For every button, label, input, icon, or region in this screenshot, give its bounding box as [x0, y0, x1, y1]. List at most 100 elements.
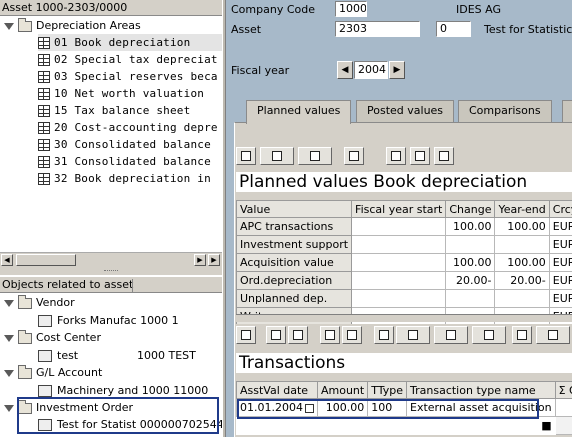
cell-fiscal-year-start: [351, 253, 447, 272]
depreciation-areas-tree[interactable]: Depreciation Areas 01 Book depreciation …: [0, 16, 222, 252]
total-ord-depreciation: 20: [554, 416, 572, 435]
cell-fiscal-year-start: [351, 235, 447, 254]
tree-node-investment-order[interactable]: Investment Order: [4, 399, 133, 416]
details-button[interactable]: [236, 147, 256, 165]
asset-label: Asset: [231, 23, 262, 36]
expand-triangle-icon[interactable]: [4, 334, 14, 342]
tree-node-gl-account[interactable]: G/L Account: [4, 364, 102, 381]
tree-item-area-32[interactable]: 32 Book depreciation in: [38, 170, 211, 187]
asset-header: Company Code 1000 IDES AG Asset 2303 0 T…: [226, 0, 572, 42]
column-header-amount[interactable]: Amount: [316, 381, 369, 399]
grid-splitter[interactable]: [236, 314, 572, 322]
layout-button-2[interactable]: [472, 326, 506, 344]
date-value: 01.01.2004: [240, 401, 303, 414]
scroll-left-icon[interactable]: ◀: [1, 254, 13, 266]
table-row[interactable]: APC transactions 100.00 100.00 EUR: [235, 217, 572, 236]
cell-asset-value-date[interactable]: 01.01.2004: [236, 398, 318, 417]
find-button[interactable]: [236, 326, 256, 344]
details-button-2[interactable]: [374, 326, 394, 344]
column-header-value[interactable]: Value: [235, 200, 353, 218]
scroll-right-icon[interactable]: ▶: [194, 254, 206, 266]
column-header-change[interactable]: Change: [445, 200, 496, 218]
print-icon: [408, 330, 418, 340]
fiscal-year-field[interactable]: 2004: [354, 61, 388, 79]
sum-button[interactable]: [320, 326, 340, 344]
related-objects-tree[interactable]: Vendor Forks Manufac 1000 1 Cost Center …: [0, 293, 222, 437]
tree-item-gl-account[interactable]: Machinery and 1000 11000: [38, 382, 208, 399]
pane-splitter[interactable]: [0, 267, 222, 275]
column-header-year-end[interactable]: Year-end: [494, 200, 550, 218]
folder-open-icon: [18, 17, 32, 32]
scroll-thumb[interactable]: [16, 254, 76, 266]
row-label: Unplanned dep.: [235, 289, 353, 308]
table-row[interactable]: 01.01.2004 100.00 100 External asset acq…: [236, 398, 572, 417]
object-label: Forks Manufac 1000 1: [57, 314, 179, 327]
expand-triangle-icon[interactable]: [4, 369, 14, 377]
column-header-ord-depreciation[interactable]: Σ Ord.: [554, 381, 572, 399]
table-row[interactable]: Investment support EUR: [235, 235, 572, 254]
objects-header-label: Objects related to asset: [2, 278, 134, 291]
area-label: 31 Consolidated balance: [54, 155, 211, 168]
tree-item-area-20[interactable]: 20 Cost-accounting depre: [38, 119, 218, 136]
company-code-label: Company Code: [231, 3, 315, 16]
table-row[interactable]: Ord.depreciation 20.00- 20.00- EUR: [235, 271, 572, 290]
tree-item-area-15[interactable]: 15 Tax balance sheet: [38, 102, 190, 119]
tree-item-area-01[interactable]: 01 Book depreciation: [38, 34, 222, 51]
company-code-field[interactable]: 1000: [335, 1, 367, 17]
objects-header: Objects related to asset: [0, 276, 222, 293]
export-button-2[interactable]: [434, 326, 468, 344]
area-label: 15 Tax balance sheet: [54, 104, 191, 117]
previous-year-button[interactable]: ◀: [337, 61, 353, 79]
column-header-ttype[interactable]: TType: [367, 381, 408, 399]
asset-number-field[interactable]: 2303: [335, 21, 420, 37]
tab-more[interactable]: [562, 100, 572, 122]
planned-values-table: Value Fiscal year start Change Year-end …: [235, 200, 572, 326]
layout-button[interactable]: [386, 147, 406, 165]
export-button[interactable]: [298, 147, 332, 165]
tree-node-depreciation-areas[interactable]: Depreciation Areas: [4, 17, 141, 34]
cell-change: 20.00-: [445, 271, 496, 290]
tree-item-area-31[interactable]: 31 Consolidated balance: [38, 153, 211, 170]
tree-item-investment-order[interactable]: Test for Statist 000000702544: [38, 416, 222, 433]
tab-planned-values[interactable]: Planned values: [246, 100, 352, 124]
calendar-icon[interactable]: [304, 403, 314, 413]
tree-node-vendor[interactable]: Vendor: [4, 294, 75, 311]
tab-comparisons[interactable]: Comparisons: [458, 100, 552, 122]
column-header-asset-value-date[interactable]: AsstVal date: [236, 381, 318, 399]
expand-triangle-icon[interactable]: [4, 22, 14, 30]
info-button-2[interactable]: [512, 326, 532, 344]
subtotal-button[interactable]: [342, 326, 362, 344]
table-row[interactable]: Acquisition value 100.00 100.00 EUR: [235, 253, 572, 272]
expand-triangle-icon[interactable]: [4, 404, 14, 412]
object-value: 1000 TEST: [137, 349, 196, 362]
print-button[interactable]: [260, 147, 294, 165]
tab-posted-values[interactable]: Posted values: [356, 100, 455, 122]
tree-item-area-30[interactable]: 30 Consolidated balance: [38, 136, 211, 153]
sort-button[interactable]: [266, 326, 286, 344]
scroll-end-icon[interactable]: ▶: [208, 254, 220, 266]
tree-item-vendor[interactable]: Forks Manufac 1000 1: [38, 312, 179, 329]
object-label: Machinery and 1000 11000: [57, 384, 209, 397]
print-button-2[interactable]: [396, 326, 430, 344]
next-year-button[interactable]: ▶: [389, 61, 405, 79]
filter-button[interactable]: [288, 326, 308, 344]
tree-item-area-10[interactable]: 10 Net worth valuation: [38, 85, 204, 102]
column-divider[interactable]: [132, 279, 133, 292]
column-header-currency[interactable]: Crcy: [548, 200, 572, 218]
tree-item-area-03[interactable]: 03 Special reserves beca: [38, 68, 218, 85]
graphic-button[interactable]: [536, 326, 570, 344]
tree-horizontal-scrollbar[interactable]: ◀ ▶ ▶: [0, 252, 222, 267]
asset-subnumber-field[interactable]: 0: [436, 21, 471, 37]
settings-button[interactable]: [434, 147, 454, 165]
row-label: Acquisition value: [235, 253, 353, 272]
expand-triangle-icon[interactable]: [4, 299, 14, 307]
table-row[interactable]: Unplanned dep. EUR: [235, 289, 572, 308]
tree-node-cost-center[interactable]: Cost Center: [4, 329, 101, 346]
column-header-fiscal-year-start[interactable]: Fiscal year start: [351, 200, 447, 218]
column-header-transaction-type-name[interactable]: Transaction type name: [406, 381, 556, 399]
calculator-button[interactable]: [410, 147, 430, 165]
tree-item-area-02[interactable]: 02 Special tax depreciat: [38, 51, 218, 68]
info-button[interactable]: [344, 147, 364, 165]
splitter-grip-icon[interactable]: [104, 270, 118, 272]
tree-item-cost-center[interactable]: test 1000 TEST: [38, 347, 222, 364]
